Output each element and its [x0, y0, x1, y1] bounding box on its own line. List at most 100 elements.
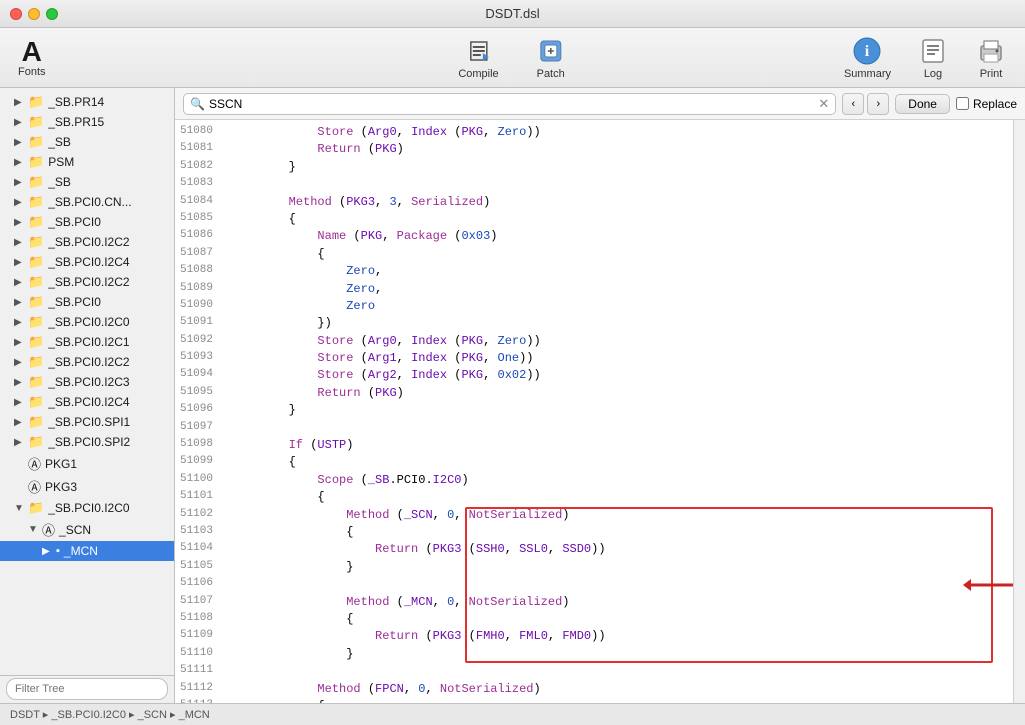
sidebar-item-pcicn[interactable]: ▶ 📁 _SB.PCI0.CN... [0, 192, 174, 212]
print-button[interactable]: Print [967, 31, 1015, 84]
line-number: 51085 [175, 211, 223, 228]
sidebar-item-pci0[interactable]: ▶ 📁 _SB.PCI0 [0, 212, 174, 232]
patch-icon [535, 35, 567, 67]
sidebar-item-sbpcio[interactable]: ▶ 📁 _SB.PCI0 [0, 292, 174, 312]
search-input[interactable] [209, 97, 814, 111]
chevron-icon: ▶ [14, 458, 28, 469]
sidebar-item-label: _SB [48, 135, 71, 149]
chevron-icon: ▶ [14, 297, 28, 308]
sidebar-item-i2c2b[interactable]: ▶ 📁 _SB.PCI0.I2C2 [0, 272, 174, 292]
maximize-button[interactable] [46, 8, 58, 20]
summary-button[interactable]: i Summary [836, 31, 899, 84]
line-number: 51083 [175, 176, 223, 193]
chevron-icon: ▼ [14, 503, 28, 514]
close-button[interactable] [10, 8, 22, 20]
line-number: 51086 [175, 228, 223, 245]
sidebar-item-label: _SB.PR15 [48, 115, 104, 129]
sidebar-item-pkg1[interactable]: ▶ Ⓐ PKG1 [0, 452, 174, 475]
line-content: { [223, 611, 1013, 628]
summary-label: Summary [844, 68, 891, 80]
chevron-icon: ▶ [14, 117, 28, 128]
search-prev-button[interactable]: ‹ [842, 93, 864, 115]
fonts-label: Fonts [18, 66, 46, 78]
sidebar-item-i2c2c[interactable]: ▶ 📁 _SB.PCI0.I2C2 [0, 352, 174, 372]
line-number: 51110 [175, 646, 223, 663]
sidebar-item-sb1[interactable]: ▶ 📁 _SB [0, 132, 174, 152]
sidebar-item-i2c2a[interactable]: ▶ 📁 _SB.PCI0.I2C2 [0, 232, 174, 252]
sidebar-item-pr14[interactable]: ▶ 📁 _SB.PR14 [0, 92, 174, 112]
sidebar-item-psm[interactable]: ▶ 📁 PSM [0, 152, 174, 172]
search-next-button[interactable]: › [867, 93, 889, 115]
line-number: 51101 [175, 489, 223, 506]
folder-icon: 📁 [28, 274, 44, 290]
line-content: Return (PKG) [223, 385, 1013, 402]
line-content: Method (PKG3, 3, Serialized) [223, 194, 1013, 211]
line-content: Zero, [223, 281, 1013, 298]
sidebar-item-i2c0b[interactable]: ▼ 📁 _SB.PCI0.I2C0 [0, 498, 174, 518]
line-content: Name (PKG, Package (0x03) [223, 228, 1013, 245]
content-area: 🔍 ✕ ‹ › Done Replace 51080 Store (Arg0, … [175, 88, 1025, 703]
chevron-icon: ▶ [14, 217, 28, 228]
sidebar-item-i2c4a[interactable]: ▶ 📁 _SB.PCI0.I2C4 [0, 252, 174, 272]
code-line: 51098 If (USTP) [175, 437, 1013, 454]
sidebar-item-label: PKG1 [45, 457, 77, 471]
toolbar-left: A Fonts [10, 34, 54, 82]
sidebar-item-mcn[interactable]: ▶ ▪ _MCN [0, 541, 174, 561]
sidebar-item-sb2[interactable]: ▶ 📁 _SB [0, 172, 174, 192]
sidebar-item-i2c0a[interactable]: ▶ 📁 _SB.PCI0.I2C0 [0, 312, 174, 332]
compile-icon [462, 35, 494, 67]
code-line: 51109 Return (PKG3 (FMH0, FML0, FMD0)) [175, 628, 1013, 645]
log-button[interactable]: Log [909, 31, 957, 84]
line-number: 51097 [175, 420, 223, 437]
fonts-button[interactable]: A Fonts [10, 34, 54, 82]
sidebar-item-label: _SB.PCI0.I2C4 [48, 255, 129, 269]
code-editor[interactable]: 51080 Store (Arg0, Index (PKG, Zero))510… [175, 120, 1013, 703]
minimize-button[interactable] [28, 8, 40, 20]
toolbar-right: i Summary Log [836, 31, 1015, 84]
sidebar-item-label: PSM [48, 155, 74, 169]
code-line: 51097 [175, 420, 1013, 437]
sidebar-item-label: _MCN [64, 544, 98, 558]
sidebar-item-spi2[interactable]: ▶ 📁 _SB.PCI0.SPI2 [0, 432, 174, 452]
sidebar-item-i2c1[interactable]: ▶ 📁 _SB.PCI0.I2C1 [0, 332, 174, 352]
sidebar-item-pkg3[interactable]: ▶ Ⓐ PKG3 [0, 475, 174, 498]
filter-input[interactable] [6, 678, 168, 700]
sidebar-tree[interactable]: ▶ 📁 _SB.PR14 ▶ 📁 _SB.PR15 ▶ 📁 _SB ▶ 📁 PS… [0, 88, 174, 675]
folder-icon: 📁 [28, 354, 44, 370]
line-number: 51090 [175, 298, 223, 315]
vertical-scrollbar[interactable] [1013, 120, 1025, 703]
window-controls[interactable] [10, 8, 58, 20]
code-line: 51103 { [175, 524, 1013, 541]
sidebar-item-label: _SB.PCI0 [48, 215, 101, 229]
compile-button[interactable]: Compile [450, 31, 506, 84]
line-content: Zero [223, 298, 1013, 315]
chevron-icon: ▶ [14, 377, 28, 388]
sidebar-item-label: _SB.PCI0.I2C4 [48, 395, 129, 409]
line-content: Zero, [223, 263, 1013, 280]
window-title: DSDT.dsl [485, 6, 539, 21]
line-content: Method (FPCN, 0, NotSerialized) [223, 681, 1013, 698]
sidebar-item-spi1[interactable]: ▶ 📁 _SB.PCI0.SPI1 [0, 412, 174, 432]
code-line: 51081 Return (PKG) [175, 141, 1013, 158]
code-line: 51084 Method (PKG3, 3, Serialized) [175, 194, 1013, 211]
search-done-button[interactable]: Done [895, 94, 950, 114]
sidebar-item-label: _SCN [59, 523, 91, 537]
line-content: } [223, 159, 1013, 176]
line-content: Return (PKG3 (SSH0, SSL0, SSD0)) [223, 541, 1013, 558]
chevron-icon: ▶ [42, 546, 56, 557]
folder-icon: 📁 [28, 254, 44, 270]
fonts-icon: A [22, 38, 42, 66]
search-clear-button[interactable]: ✕ [818, 96, 829, 112]
sidebar-item-i2c4b[interactable]: ▶ 📁 _SB.PCI0.I2C4 [0, 392, 174, 412]
chevron-icon: ▶ [14, 277, 28, 288]
replace-checkbox[interactable] [956, 97, 969, 110]
line-number: 51098 [175, 437, 223, 454]
folder-icon: 📁 [28, 334, 44, 350]
chevron-icon: ▶ [14, 397, 28, 408]
code-line: 51093 Store (Arg1, Index (PKG, One)) [175, 350, 1013, 367]
sidebar-item-pr15[interactable]: ▶ 📁 _SB.PR15 [0, 112, 174, 132]
patch-button[interactable]: Patch [527, 31, 575, 84]
sidebar-item-i2c3[interactable]: ▶ 📁 _SB.PCI0.I2C3 [0, 372, 174, 392]
sidebar-item-scn[interactable]: ▼ Ⓐ _SCN [0, 518, 174, 541]
sidebar-item-label: _SB.PCI0.I2C0 [48, 315, 129, 329]
